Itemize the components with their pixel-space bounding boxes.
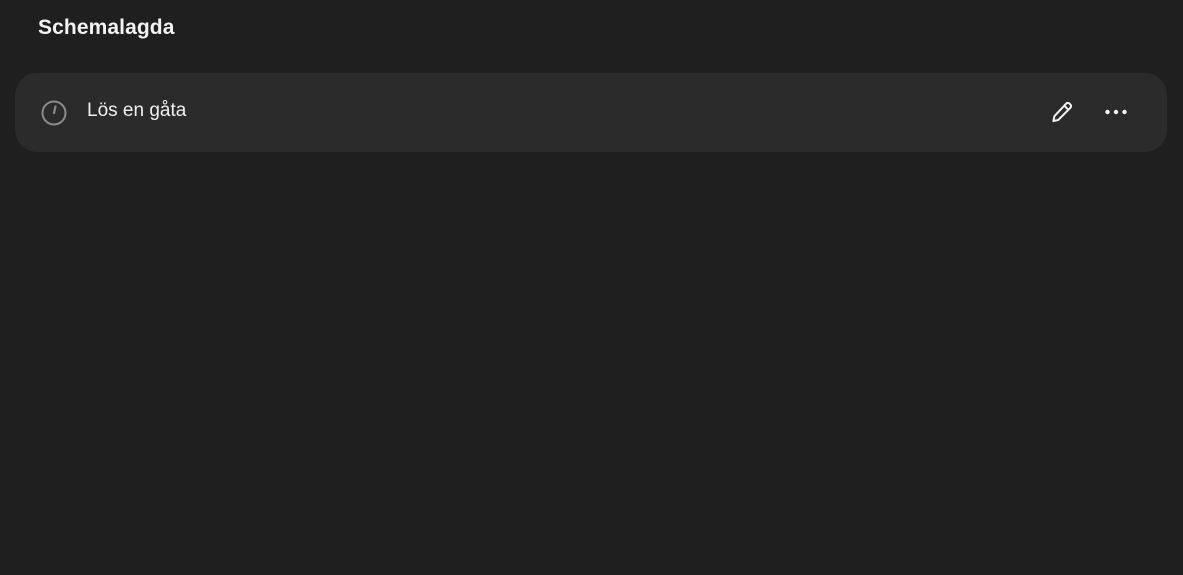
section-title: Schemalagda (38, 16, 175, 39)
more-horizontal-icon (1105, 109, 1127, 115)
clock-icon (41, 100, 67, 126)
pencil-icon (1052, 101, 1073, 122)
scheduled-page: Schemalagda Lös en gåta (0, 0, 1183, 575)
scheduled-task-row[interactable]: Lös en gåta (15, 73, 1167, 152)
more-options-button[interactable] (1096, 92, 1136, 132)
scheduled-task-label: Lös en gåta (87, 100, 187, 121)
edit-button[interactable] (1042, 92, 1082, 132)
